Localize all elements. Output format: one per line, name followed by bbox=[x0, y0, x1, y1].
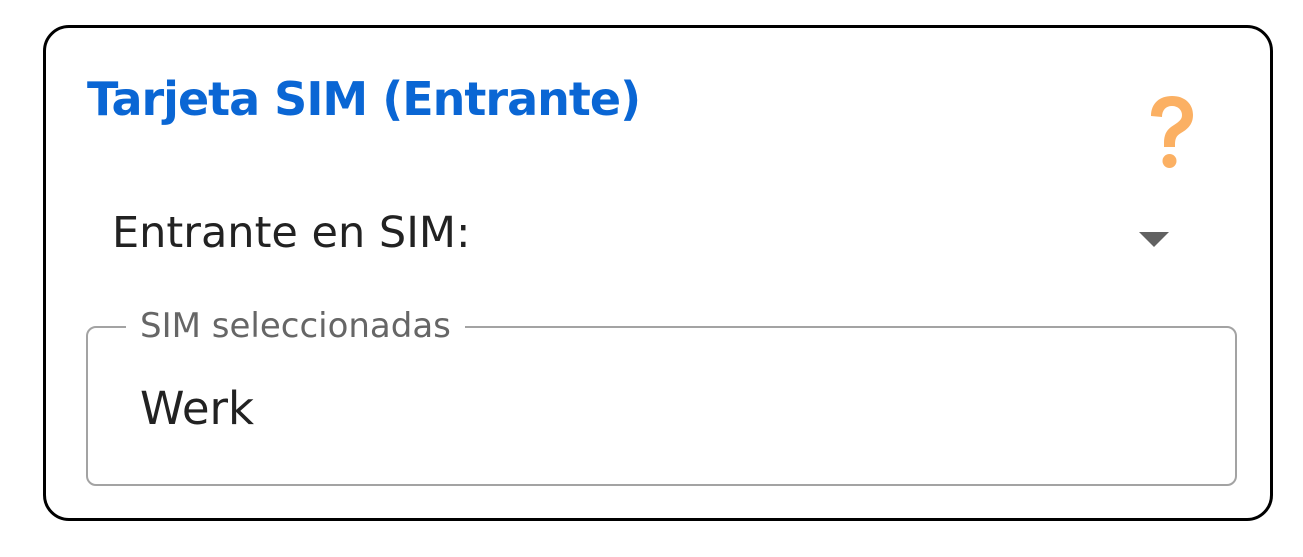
question-mark-icon[interactable] bbox=[1145, 94, 1197, 174]
caret-down-icon bbox=[1139, 232, 1169, 247]
card-title: Tarjeta SIM (Entrante) bbox=[87, 72, 641, 126]
field-value: Werk bbox=[140, 382, 255, 435]
dropdown-label: Entrante en SIM: bbox=[112, 208, 471, 258]
incoming-sim-dropdown[interactable]: Entrante en SIM: bbox=[112, 196, 1192, 270]
selected-sims-field[interactable]: SIM seleccionadas Werk bbox=[86, 304, 1237, 486]
incoming-sim-card: Tarjeta SIM (Entrante) Entrante en SIM: … bbox=[43, 25, 1273, 521]
field-legend: SIM seleccionadas bbox=[126, 304, 465, 348]
